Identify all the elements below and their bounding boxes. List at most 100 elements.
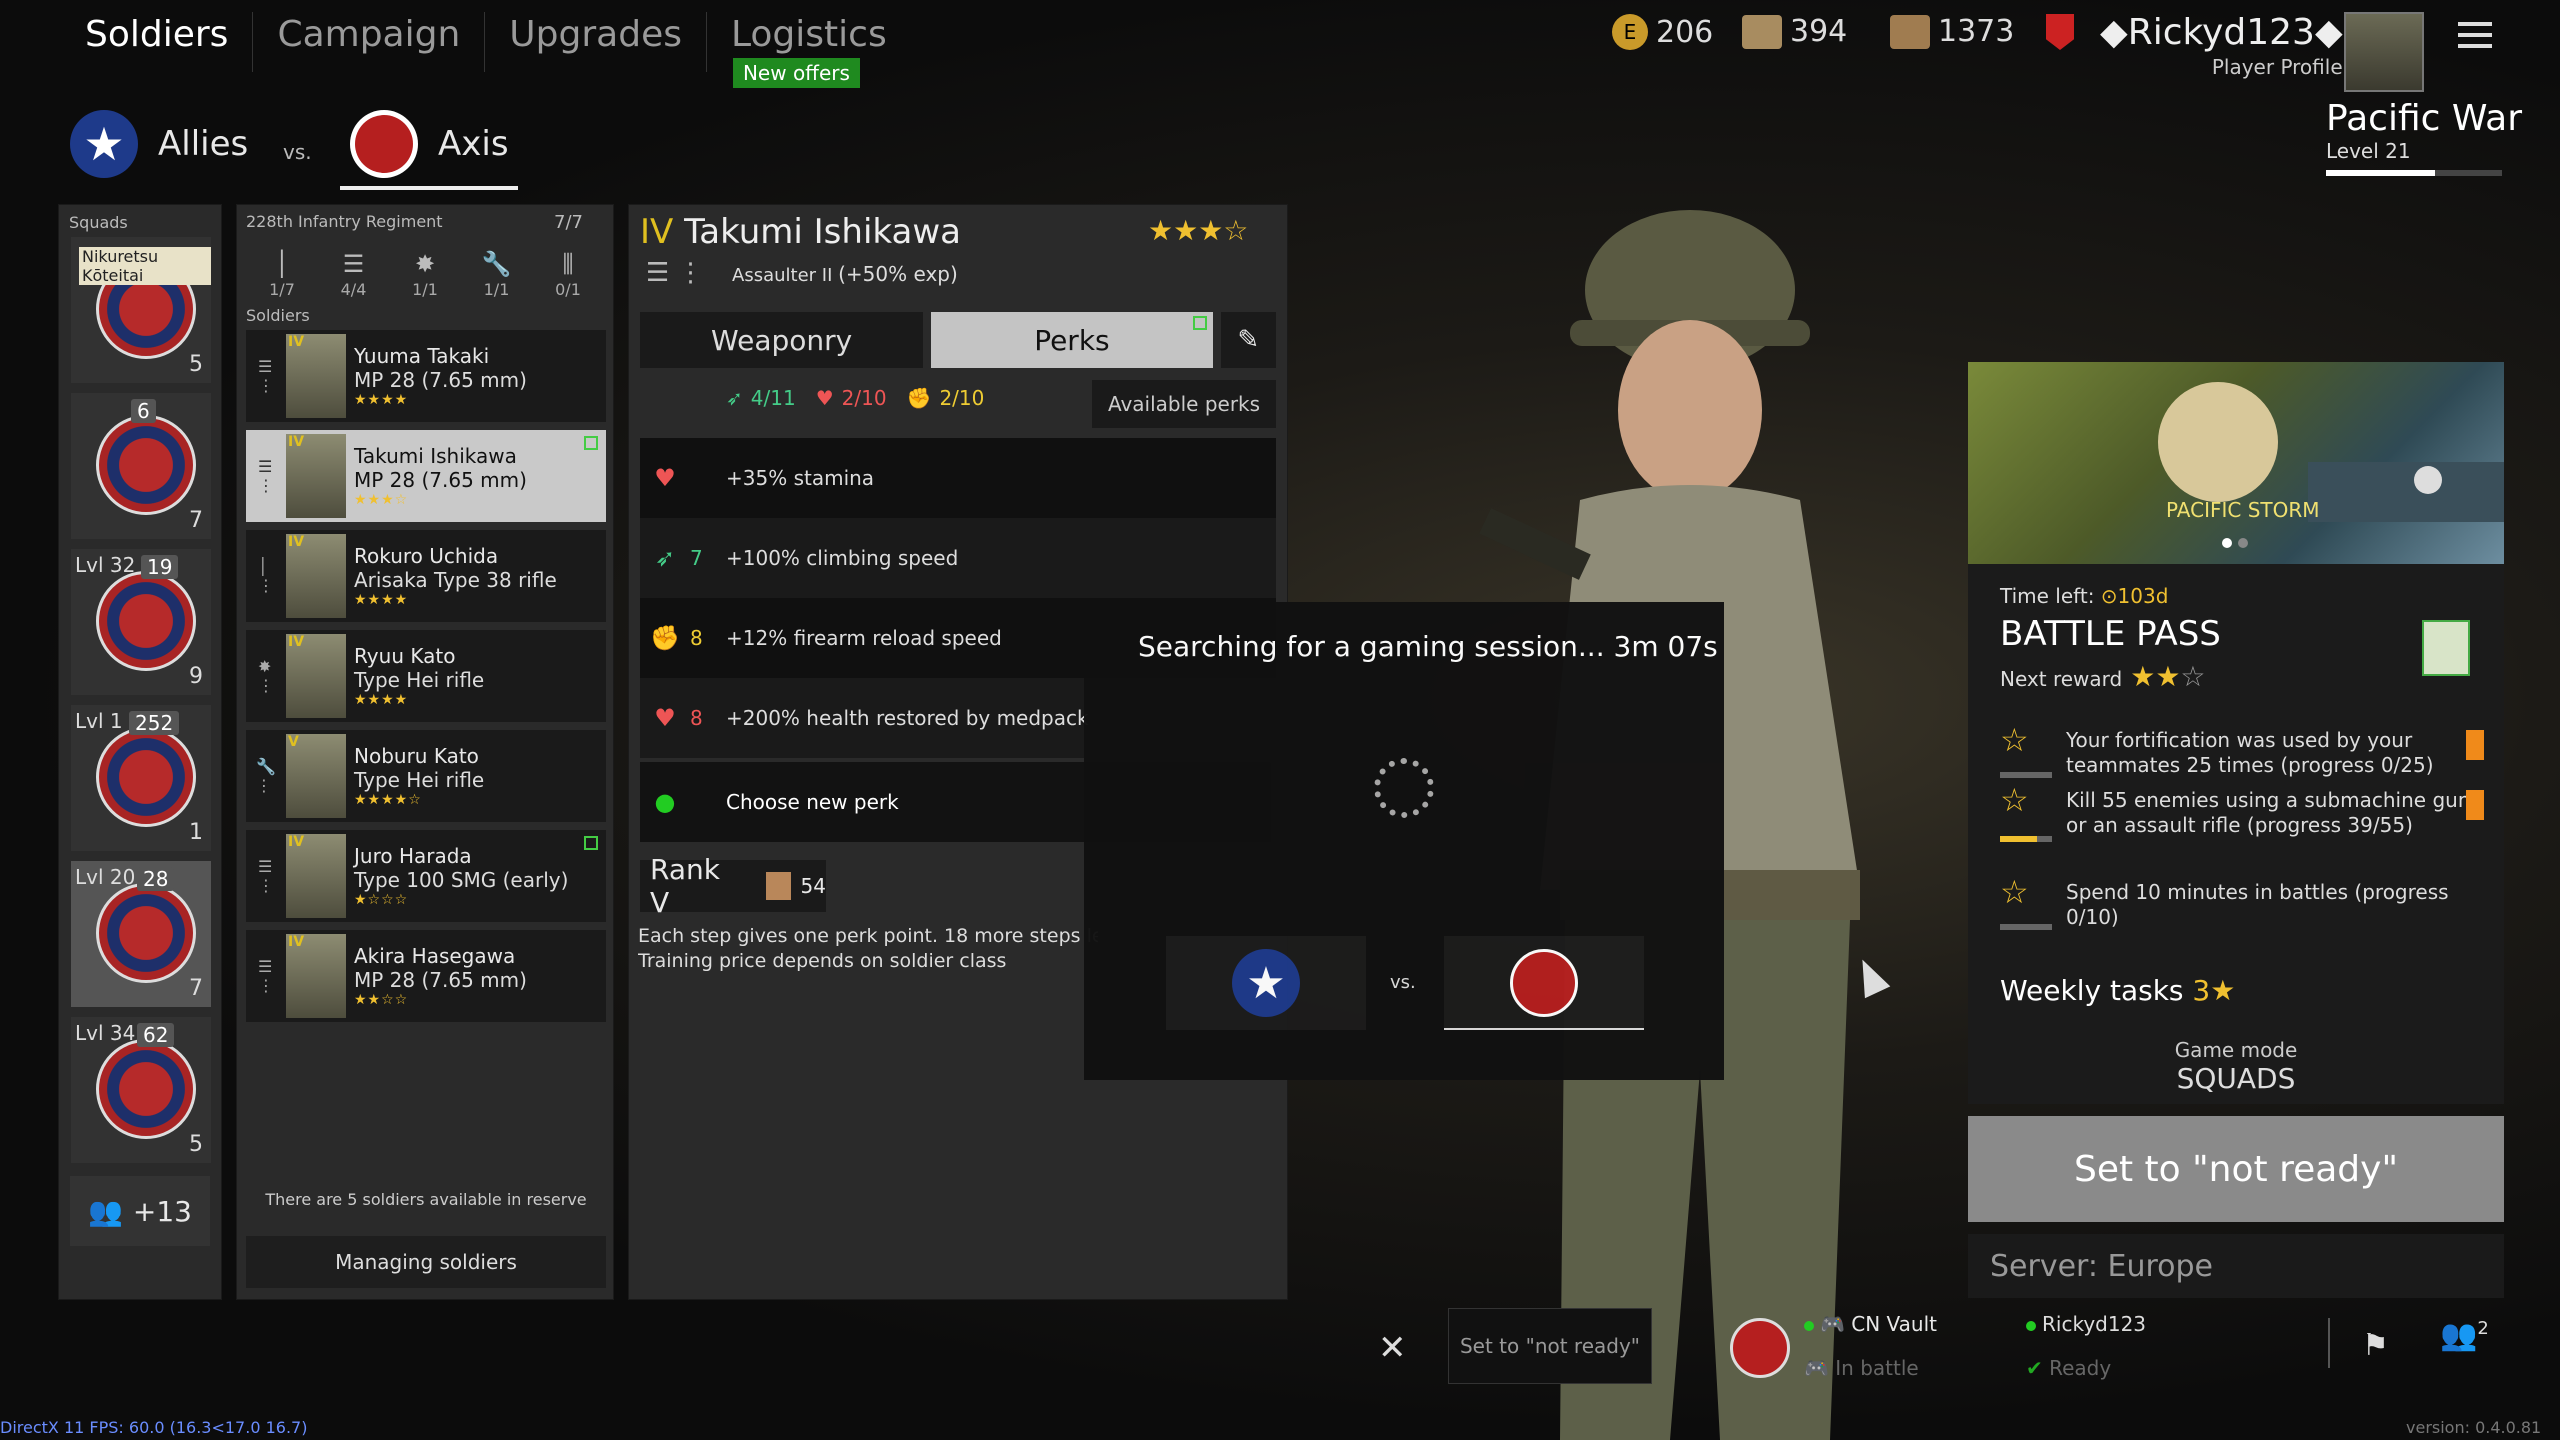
- player-avatar[interactable]: [2344, 12, 2424, 92]
- soldier-row[interactable]: ☰ ⋮ IV Akira Hasegawa MP 28 (7.65 mm) ★★☆☆: [246, 930, 606, 1022]
- silver-currency[interactable]: 394: [1742, 14, 1847, 49]
- weekly-tasks[interactable]: Weekly tasks 3★: [2000, 974, 2235, 1007]
- squad-card[interactable]: 6 7: [71, 393, 211, 539]
- tab-perks-label: Perks: [1034, 323, 1110, 357]
- soldier-weapon: MP 28 (7.65 mm): [354, 368, 527, 392]
- soldier-info: Noburu Kato Type Hei rifle ★★★★☆: [354, 744, 484, 808]
- stat-value: 4/4: [340, 280, 367, 299]
- set-not-ready-small-button[interactable]: Set to "not ready": [1448, 1308, 1652, 1384]
- tickets-currency[interactable]: 1373: [1890, 14, 2014, 49]
- squad-card[interactable]: Lvl 34 62 5: [71, 1017, 211, 1163]
- squad-card[interactable]: Lvl 1 252 1: [71, 705, 211, 851]
- axis-circle-icon: [1730, 1318, 1790, 1378]
- bookmark-icon[interactable]: [2466, 790, 2484, 820]
- weekly-stars: 3★: [2192, 974, 2236, 1007]
- list-icon: ☰ ⋮: [258, 357, 274, 395]
- perk-text: +12% firearm reload speed: [726, 626, 1002, 650]
- squad-card-selected[interactable]: Lvl 20 28 7: [71, 861, 211, 1007]
- fist-icon: ✊: [906, 386, 932, 410]
- tab-logistics[interactable]: Logistics New offers: [707, 12, 911, 88]
- ammo-list-icon: ☰: [342, 250, 365, 278]
- choose-perk-label: Choose new perk: [726, 790, 899, 814]
- set-not-ready-button[interactable]: Set to "not ready": [1968, 1116, 2504, 1222]
- tab-soldiers[interactable]: Soldiers: [85, 12, 254, 72]
- soldier-weapon: Type Hei rifle: [354, 668, 485, 692]
- game-mode-value[interactable]: SQUADS: [1968, 1062, 2504, 1095]
- player-profile[interactable]: ◆Rickyd123◆ Player Profile: [2100, 12, 2343, 79]
- rank-upgrade-button[interactable]: Rank V 54: [640, 853, 826, 919]
- reserve-squads-button[interactable]: 👥 +13: [70, 1176, 210, 1246]
- soldier-row[interactable]: ☰ ⋮ IV Juro Harada Type 100 SMG (early) ★☆☆…: [246, 830, 606, 922]
- party-button[interactable]: 👥2: [2440, 1318, 2489, 1353]
- squad-badge: 62: [137, 1023, 175, 1047]
- tab-upgrades[interactable]: Upgrades: [485, 12, 707, 72]
- perk-row[interactable]: ♥ +35% stamina: [640, 438, 1276, 518]
- allies-star-icon: ★: [70, 110, 138, 178]
- matchmaking-status: Searching for a gaming session... 3m 07s: [1138, 630, 1718, 663]
- soldier-row[interactable]: │ ⋮ IV Rokuro Uchida Arisaka Type 38 rifle…: [246, 530, 606, 622]
- soldier-stars: ★★★★: [354, 392, 409, 408]
- soldier-row-selected[interactable]: ☰ ⋮ IV Takumi Ishikawa MP 28 (7.65 mm) ★★★☆: [246, 430, 606, 522]
- tab-perks[interactable]: Perks: [931, 312, 1213, 368]
- available-perks-button[interactable]: Available perks: [1092, 380, 1276, 428]
- tab-weaponry[interactable]: Weaponry: [640, 312, 924, 368]
- soldier-row[interactable]: 🔧 ⋮ V Noburu Kato Type Hei rifle ★★★★☆: [246, 730, 606, 822]
- banner-pager[interactable]: [2222, 538, 2248, 548]
- member-status: In battle: [1835, 1356, 1919, 1380]
- battlepass-task[interactable]: ☆ Kill 55 enemies using a submachine gun…: [2000, 784, 2484, 842]
- battlepass-banner[interactable]: PACIFIC STORM: [1968, 362, 2504, 564]
- soldier-stars: ★★★★: [354, 592, 409, 608]
- reserve-count: +13: [132, 1194, 192, 1228]
- star-outline-icon: ☆: [2000, 873, 2029, 911]
- soldier-weapon: Type 100 SMG (early): [354, 868, 569, 892]
- stat-value: 1/7: [269, 280, 295, 299]
- explosion-icon: ✸: [414, 250, 436, 278]
- task-text: Kill 55 enemies using a submachine gun o…: [2066, 788, 2471, 837]
- allies-side[interactable]: ★ Allies: [70, 110, 248, 178]
- gold-currency[interactable]: E 206: [1612, 14, 1713, 50]
- edit-pencil-icon[interactable]: ✎: [1220, 312, 1277, 368]
- allies-flag: ★: [1166, 936, 1366, 1030]
- axis-side[interactable]: Axis: [350, 110, 509, 178]
- battlepass-task[interactable]: ☆ Your fortification was used by your te…: [2000, 724, 2484, 778]
- close-icon[interactable]: ✕: [1378, 1328, 1407, 1368]
- squad-card[interactable]: Nikuretsu Kōteitai 5: [71, 237, 211, 383]
- menu-icon[interactable]: [2458, 22, 2492, 48]
- party-member[interactable]: 🎮 CN Vault: [1804, 1312, 1937, 1336]
- perk-row[interactable]: ➶ 7 +100% climbing speed: [640, 518, 1276, 598]
- soldier-rank: IV: [288, 834, 305, 850]
- squad-card[interactable]: Lvl 32 19 9: [71, 549, 211, 695]
- battlepass-panel: Time left: ⊙103d BATTLE PASS Next reward…: [1968, 564, 2504, 1104]
- soldier-card-icon: [765, 872, 791, 900]
- upgrade-available-icon: [1192, 316, 1207, 330]
- bookmark-icon[interactable]: [2466, 730, 2484, 760]
- time-left-label: Time left:: [2000, 584, 2095, 608]
- squad-count: 7: [189, 976, 203, 1001]
- member-status: Ready: [2049, 1356, 2112, 1380]
- report-flag-icon[interactable]: ⚑: [2362, 1328, 2389, 1363]
- rifle-icon: │ ⋮: [258, 557, 274, 595]
- soldier-stars: ★★★★☆: [354, 792, 422, 808]
- perk-cost: 8: [690, 706, 703, 730]
- soldier-row[interactable]: ☰ ⋮ IV Yuuma Takaki MP 28 (7.65 mm) ★★★★: [246, 330, 606, 422]
- gamepad-icon: 🎮: [1820, 1312, 1845, 1336]
- silver-amount: 394: [1790, 14, 1848, 49]
- perk-cost: 8: [690, 626, 703, 650]
- game-mode-label: Game mode: [2174, 1038, 2298, 1062]
- tab-campaign[interactable]: Campaign: [253, 12, 486, 72]
- soldier-stars: ★☆☆☆: [354, 892, 409, 908]
- stat-rifleman: │ 1/7: [252, 250, 312, 299]
- campaign-info[interactable]: Pacific War Level 21: [2326, 98, 2522, 163]
- server-select[interactable]: Server: Europe: [1968, 1234, 2504, 1298]
- soldier-info: Ryuu Kato Type Hei rifle ★★★★: [354, 644, 484, 708]
- soldier-stars: ★★☆☆: [354, 992, 409, 1008]
- banner-artwork: [2158, 382, 2504, 522]
- soldier-row[interactable]: ✸ ⋮ IV Ryuu Kato Type Hei rifle ★★★★: [246, 630, 606, 722]
- battlepass-task[interactable]: ☆ Spend 10 minutes in battles (progress …: [2000, 873, 2480, 930]
- loading-spinner-icon: [1374, 758, 1434, 818]
- reward-item-icon[interactable]: [2422, 620, 2470, 676]
- managing-soldiers-button[interactable]: Managing soldiers: [246, 1236, 606, 1288]
- class-stats: │ 1/7 ☰ 4/4 ✸ 1/1 🔧 1/1 ⫼ 0/1: [252, 250, 598, 299]
- tickets-amount: 1373: [1938, 14, 2015, 49]
- party-member[interactable]: Rickyd123: [2026, 1312, 2146, 1336]
